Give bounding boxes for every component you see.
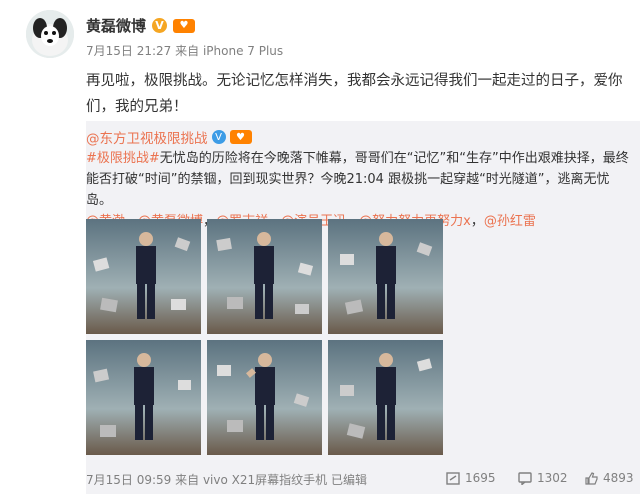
photo-image	[328, 219, 443, 334]
repost-author-name[interactable]: @东方卫视极限挑战	[86, 127, 208, 147]
photo-thumbnail[interactable]	[207, 219, 322, 334]
dog-avatar-icon	[26, 10, 74, 58]
like-count: 4893	[603, 471, 634, 485]
avatar[interactable]	[26, 10, 74, 58]
member-icon: ♥	[173, 18, 196, 33]
post-text: 再见啦，极限挑战。无论记忆怎样消失，我都会永远记得我们一起走过的日子，爱你们，我…	[86, 73, 623, 115]
comment-icon	[518, 471, 532, 485]
repost-timestamp[interactable]: 7月15日 09:59	[86, 473, 171, 487]
repost-count: 1695	[465, 471, 496, 485]
repost-card: @东方卫视极限挑战 V ♥ #极限挑战#无忧岛的历险将在今晚落下帷幕，哥哥们在“…	[86, 121, 640, 494]
post-timestamp[interactable]: 7月15日 21:27	[86, 44, 171, 58]
photo-image	[207, 340, 322, 455]
like-button[interactable]: 4893	[584, 471, 634, 485]
post-author: 黄磊微博 V ♥	[86, 15, 196, 36]
author-name[interactable]: 黄磊微博	[86, 15, 146, 36]
post-source: 来自 iPhone 7 Plus	[175, 44, 284, 58]
repost-author: @东方卫视极限挑战 V ♥	[86, 127, 252, 147]
photo-image	[328, 340, 443, 455]
repost-body: 无忧岛的历险将在今晚落下帷幕，哥哥们在“记忆”和“生存”中作出艰难抉择，最终能否…	[86, 151, 629, 208]
photo-thumbnail[interactable]	[207, 340, 322, 455]
edited-label[interactable]: 已编辑	[331, 473, 367, 487]
member-icon: ♥	[229, 130, 252, 144]
photo-thumbnail[interactable]	[86, 219, 201, 334]
mention-link[interactable]: @孙红雷	[484, 214, 536, 229]
repost-button[interactable]: 1695	[446, 471, 496, 485]
repost-footer: 7月15日 09:59 来自 vivo X21屏幕指纹手机 已编辑 1695 1…	[86, 467, 640, 491]
post-meta: 7月15日 21:27 来自 iPhone 7 Plus	[86, 42, 283, 59]
repost-meta: 7月15日 09:59 来自 vivo X21屏幕指纹手机 已编辑	[86, 471, 367, 488]
photo-thumbnail[interactable]	[328, 219, 443, 334]
repost-source: 来自 vivo X21屏幕指纹手机	[175, 473, 328, 487]
verified-icon: V	[152, 18, 168, 33]
repost-icon	[446, 471, 460, 485]
comment-button[interactable]: 1302	[518, 471, 568, 485]
photo-thumbnail[interactable]	[328, 340, 443, 455]
photo-image	[207, 219, 322, 334]
like-icon	[585, 471, 598, 485]
photo-image	[86, 340, 201, 455]
comment-count: 1302	[537, 471, 568, 485]
verified-blue-icon: V	[211, 130, 226, 144]
photo-image	[86, 219, 201, 334]
hashtag-link[interactable]: #极限挑战#	[86, 151, 160, 166]
photo-thumbnail[interactable]	[86, 340, 201, 455]
